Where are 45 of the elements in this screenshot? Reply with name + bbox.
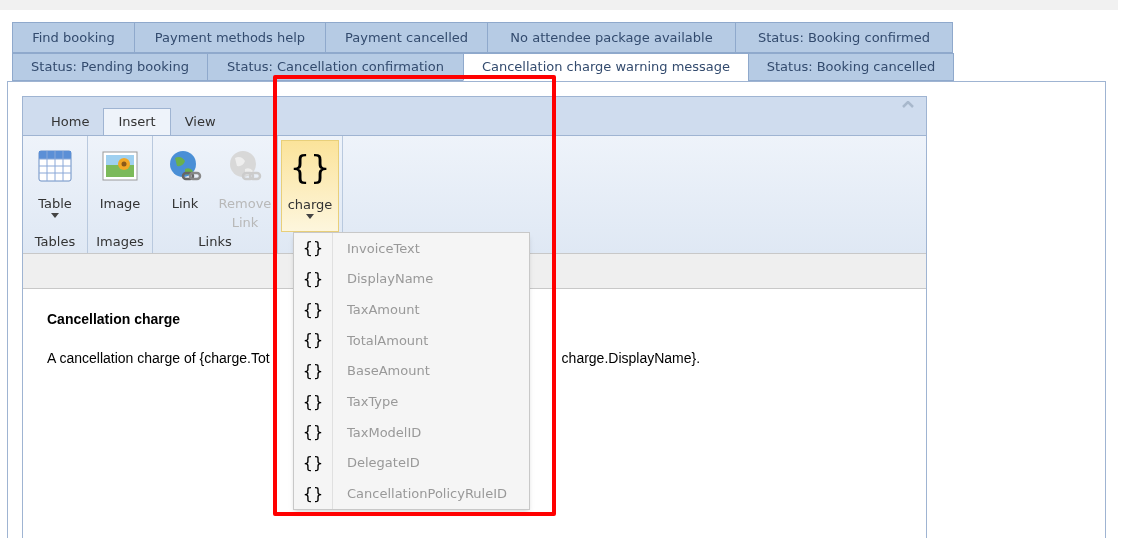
braces-icon: {} — [294, 236, 332, 261]
image-icon — [102, 151, 138, 181]
collapse-icon[interactable] — [902, 101, 914, 108]
group-label: Links — [197, 233, 233, 251]
menu-item[interactable]: {} TaxModelID — [294, 417, 529, 448]
menu-item[interactable]: {} DisplayName — [294, 263, 529, 295]
page-tab[interactable]: No attendee package available — [487, 22, 736, 53]
menu-item[interactable]: {} CancellationPolicyRuleID — [294, 478, 529, 510]
braces-icon: {} — [294, 267, 332, 292]
braces-button[interactable]: {} charge — [281, 140, 339, 232]
page-tab[interactable]: Status: Pending booking — [12, 53, 208, 81]
table-icon — [38, 150, 72, 182]
menu-item[interactable]: {} TaxAmount — [294, 294, 529, 326]
braces-icon: {} — [294, 359, 332, 384]
paragraph-text: A cancellation charge of {charge.Tot — [47, 349, 270, 368]
braces-icon: {} — [294, 328, 332, 353]
globe-unlink-icon — [227, 149, 263, 183]
braces-icon: {} — [289, 151, 331, 183]
group-label: Tables — [33, 233, 77, 251]
ribbon-tab[interactable]: Insert — [103, 108, 171, 135]
menu-item[interactable]: {} DelegateID — [294, 447, 529, 479]
page-tab[interactable]: Find booking — [12, 22, 135, 53]
ribbon-tab[interactable]: Home — [37, 108, 104, 135]
page-tab[interactable]: Cancellation charge warning message — [463, 53, 749, 81]
menu-item[interactable]: {} TaxType — [294, 386, 529, 418]
braces-icon: {} — [294, 451, 332, 476]
globe-link-icon — [167, 149, 203, 183]
braces-icon: {} — [294, 420, 332, 445]
paragraph-text: charge.DisplayName}. — [561, 349, 701, 368]
table-button[interactable]: Table — [26, 140, 84, 232]
menu-item[interactable]: {} TotalAmount — [294, 325, 529, 356]
page-tab[interactable]: Payment cancelled — [325, 22, 488, 53]
ribbon-tab[interactable]: View — [170, 108, 230, 135]
menu-item[interactable]: {} BaseAmount — [294, 355, 529, 387]
page-tab[interactable]: Status: Booking confirmed — [735, 22, 953, 53]
menu-item[interactable]: {} InvoiceText — [294, 233, 529, 264]
braces-icon: {} — [294, 481, 332, 506]
image-button[interactable]: Image — [91, 140, 149, 232]
link-button[interactable]: Link — [156, 140, 214, 232]
braces-icon: {} — [294, 389, 332, 414]
braces-icon: {} — [294, 297, 332, 322]
group-label: Images — [95, 233, 145, 251]
page-tab[interactable]: Status: Booking cancelled — [748, 53, 954, 81]
document-heading: Cancellation charge — [47, 310, 181, 329]
page-tab[interactable]: Payment methods help — [134, 22, 326, 53]
